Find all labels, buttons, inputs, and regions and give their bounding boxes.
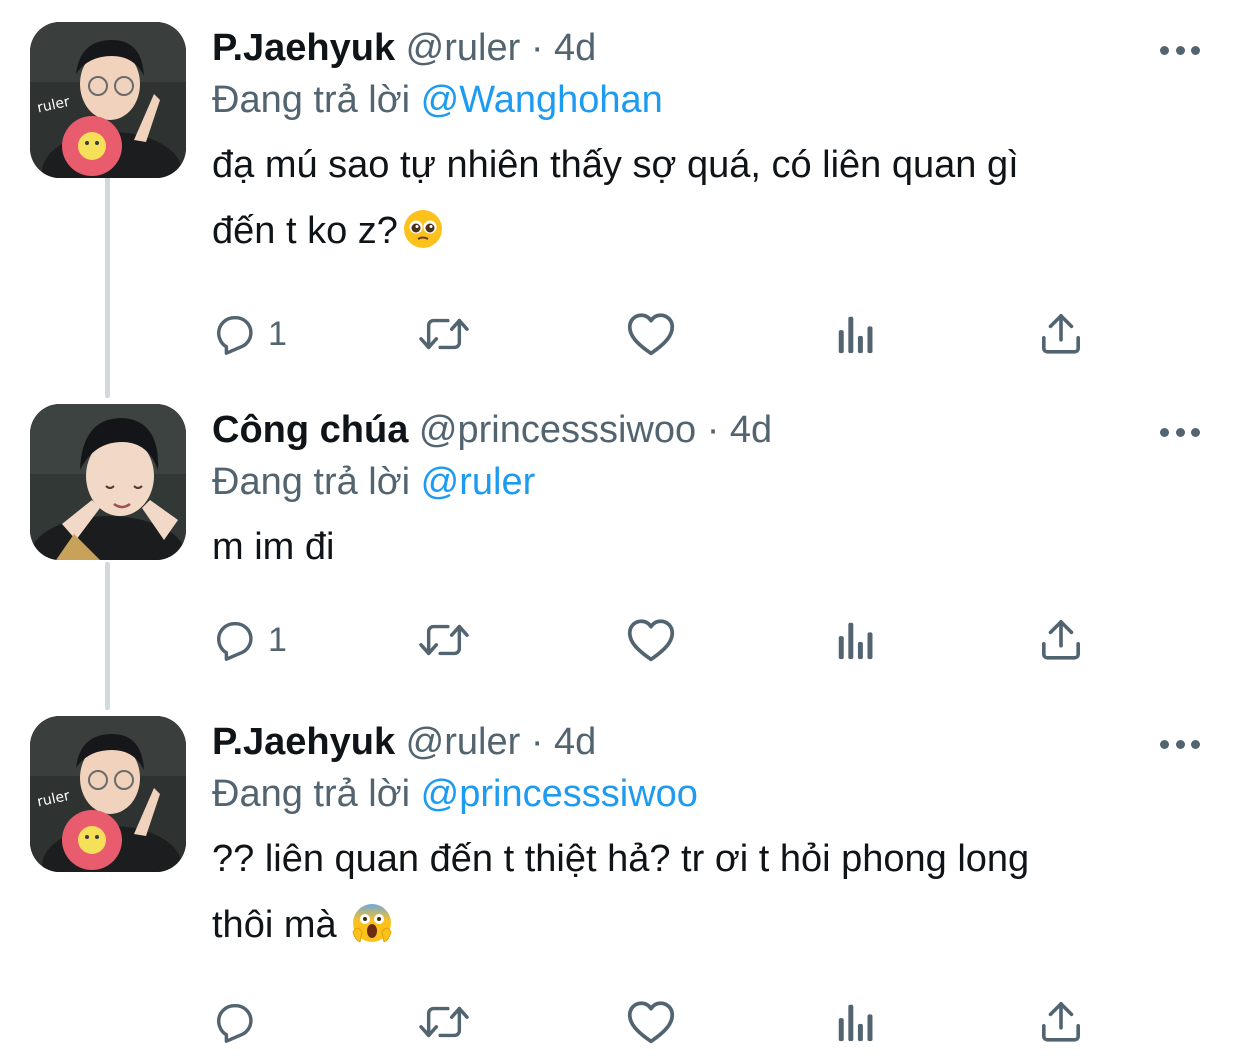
views-button[interactable] bbox=[836, 306, 876, 362]
analytics-icon bbox=[838, 622, 873, 660]
avatar[interactable]: ruler bbox=[30, 22, 186, 178]
like-button[interactable] bbox=[626, 612, 676, 668]
more-icon bbox=[1160, 45, 1169, 55]
user-handle[interactable]: @ruler bbox=[406, 27, 521, 69]
tweet[interactable]: ruler P.Jaehyuk @ruler · 4d Đang trả lời… bbox=[0, 716, 1242, 1064]
replying-to-link[interactable]: @Wanghohan bbox=[421, 79, 663, 121]
avatar[interactable]: ruler bbox=[30, 716, 186, 872]
tweet-header: Công chúa @princesssiwoo · 4d bbox=[212, 404, 1202, 456]
share-button[interactable] bbox=[1040, 306, 1082, 362]
more-options-button[interactable] bbox=[1160, 426, 1200, 438]
more-options-button[interactable] bbox=[1160, 738, 1200, 750]
reply-button[interactable]: 1 bbox=[212, 306, 287, 362]
tweet-text-line: đến t ko z? bbox=[212, 198, 1202, 264]
retweet-icon bbox=[419, 1006, 469, 1038]
timestamp[interactable]: 4d bbox=[554, 721, 596, 763]
share-button[interactable] bbox=[1040, 994, 1082, 1050]
tweet-header: P.Jaehyuk @ruler · 4d bbox=[212, 716, 1202, 768]
display-name[interactable]: Công chúa bbox=[212, 409, 408, 451]
separator-dot: · bbox=[706, 409, 720, 451]
user-handle[interactable]: @ruler bbox=[406, 721, 521, 763]
share-button[interactable] bbox=[1040, 612, 1082, 668]
retweet-icon bbox=[419, 318, 469, 350]
replying-to-link[interactable]: @princesssiwoo bbox=[421, 773, 698, 815]
like-button[interactable] bbox=[626, 994, 676, 1050]
replying-to-prefix: Đang trả lời bbox=[212, 773, 411, 815]
tweet-text: đạ mú sao tự nhiên thấy sợ quá, có liên … bbox=[212, 132, 1202, 264]
timestamp[interactable]: 4d bbox=[554, 27, 596, 69]
reply-count: 1 bbox=[268, 620, 287, 659]
separator-dot: · bbox=[530, 721, 544, 763]
more-icon bbox=[1160, 739, 1169, 749]
views-button[interactable] bbox=[836, 612, 876, 668]
share-icon bbox=[1042, 314, 1080, 354]
tweet-header: P.Jaehyuk @ruler · 4d bbox=[212, 22, 1202, 74]
replying-to: Đang trả lời @ruler bbox=[212, 456, 1202, 508]
more-icon bbox=[1160, 427, 1169, 437]
analytics-icon bbox=[838, 316, 873, 354]
heart-icon bbox=[627, 619, 675, 662]
screaming-face-emoji bbox=[352, 904, 392, 943]
tweet-actions: 1 bbox=[212, 612, 1092, 668]
separator-dot: · bbox=[530, 27, 544, 69]
reply-count: 1 bbox=[268, 314, 287, 353]
tweet-text: ?? liên quan đến t thiệt hả? tr ơi t hỏi… bbox=[212, 826, 1202, 958]
retweet-button[interactable] bbox=[416, 994, 472, 1050]
tweet-text: m im đi bbox=[212, 514, 1202, 580]
reply-icon bbox=[216, 315, 253, 355]
share-icon bbox=[1042, 620, 1080, 660]
tweet-text-line: m im đi bbox=[212, 526, 335, 568]
tweet-text-line: thôi mà bbox=[212, 892, 1202, 958]
retweet-button[interactable] bbox=[416, 612, 472, 668]
tweet[interactable]: Công chúa @princesssiwoo · 4d Đang trả l… bbox=[0, 404, 1242, 694]
pleading-face-emoji bbox=[403, 210, 442, 248]
tweet-text-line: ?? liên quan đến t thiệt hả? tr ơi t hỏi… bbox=[212, 838, 1030, 880]
user-handle[interactable]: @princesssiwoo bbox=[419, 409, 696, 451]
heart-icon bbox=[627, 1001, 675, 1044]
retweet-icon bbox=[419, 624, 469, 656]
reply-button[interactable]: 1 bbox=[212, 612, 287, 668]
retweet-button[interactable] bbox=[416, 306, 472, 362]
analytics-icon bbox=[838, 1004, 873, 1042]
reply-icon bbox=[216, 621, 253, 661]
tweet[interactable]: ruler P.Jaehyuk @ruler · 4d Đang trả lời… bbox=[0, 22, 1242, 382]
display-name[interactable]: P.Jaehyuk bbox=[212, 721, 395, 763]
display-name[interactable]: P.Jaehyuk bbox=[212, 27, 395, 69]
replying-to-prefix: Đang trả lời bbox=[212, 79, 411, 121]
tweet-actions bbox=[212, 994, 1092, 1050]
avatar[interactable] bbox=[30, 404, 186, 560]
replying-to: Đang trả lời @princesssiwoo bbox=[212, 768, 1202, 820]
replying-to: Đang trả lời @Wanghohan bbox=[212, 74, 1202, 126]
replying-to-prefix: Đang trả lời bbox=[212, 461, 411, 503]
share-icon bbox=[1042, 1002, 1080, 1042]
reply-button[interactable] bbox=[212, 994, 268, 1050]
timestamp[interactable]: 4d bbox=[730, 409, 772, 451]
more-options-button[interactable] bbox=[1160, 44, 1200, 56]
tweet-actions: 1 bbox=[212, 306, 1092, 362]
views-button[interactable] bbox=[836, 994, 876, 1050]
reply-icon bbox=[216, 1003, 253, 1043]
tweet-text-line: đạ mú sao tự nhiên thấy sợ quá, có liên … bbox=[212, 144, 1019, 186]
heart-icon bbox=[627, 313, 675, 356]
replying-to-link[interactable]: @ruler bbox=[421, 461, 536, 503]
like-button[interactable] bbox=[626, 306, 676, 362]
